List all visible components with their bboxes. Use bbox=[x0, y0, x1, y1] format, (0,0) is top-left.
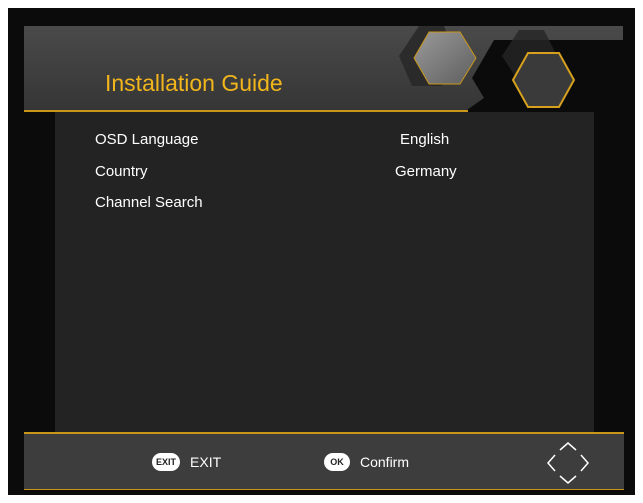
exit-label: EXIT bbox=[190, 454, 222, 470]
footer-bar: EXIT EXIT OK Confirm bbox=[24, 432, 624, 490]
exit-hint[interactable]: EXIT EXIT bbox=[152, 452, 221, 472]
confirm-hint[interactable]: OK Confirm bbox=[324, 452, 409, 472]
setting-label: Country bbox=[95, 163, 148, 180]
setting-label: OSD Language bbox=[95, 131, 199, 148]
exit-key-icon: EXIT bbox=[152, 453, 181, 471]
ok-key-icon: OK bbox=[324, 453, 350, 471]
installation-guide-screen: Installation Guide OSD Language English … bbox=[8, 8, 635, 495]
setting-row-country[interactable]: Country Germany bbox=[95, 161, 495, 183]
setting-value: Germany bbox=[395, 163, 457, 180]
setting-value: English bbox=[400, 131, 450, 148]
setting-row-osd-language[interactable]: OSD Language English bbox=[95, 129, 495, 151]
setting-label: Channel Search bbox=[95, 194, 203, 211]
setting-row-channel-search[interactable]: Channel Search bbox=[95, 192, 495, 214]
confirm-label: Confirm bbox=[360, 454, 410, 470]
page-title: Installation Guide bbox=[105, 70, 283, 96]
header-bar: Installation Guide bbox=[24, 26, 623, 112]
header-background bbox=[24, 26, 623, 112]
direction-pad-icon bbox=[547, 442, 589, 484]
